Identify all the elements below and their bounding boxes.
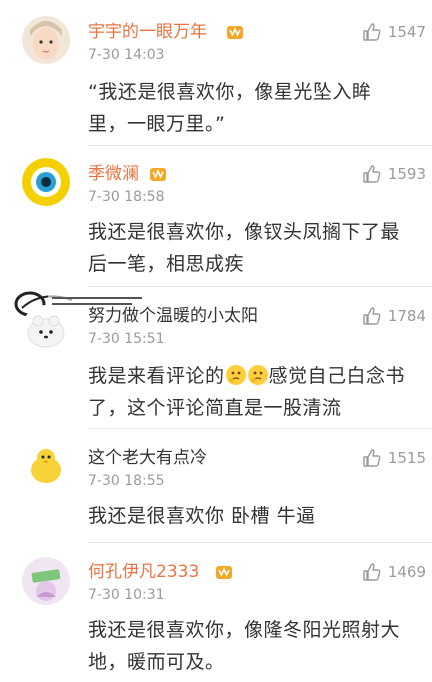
username[interactable]: 季微澜: [88, 163, 139, 185]
thumbs-up-icon: [363, 449, 381, 467]
comment-time: 7-30 10:31: [88, 587, 165, 603]
thinking-emoji-icon: [247, 365, 268, 385]
divider: [88, 542, 432, 543]
vip-crown-icon: [216, 566, 232, 579]
divider: [88, 428, 432, 429]
avatar[interactable]: [22, 16, 70, 64]
avatar[interactable]: [22, 557, 70, 605]
username[interactable]: 何孔伊凡2333: [88, 561, 199, 583]
thumbs-up-icon: [363, 563, 381, 581]
like-button[interactable]: 1469: [362, 561, 426, 583]
comment-text: 我还是很喜欢你，像隆冬阳光照射大地，暖而可及。: [88, 619, 401, 673]
like-count: 1593: [387, 165, 426, 183]
divider: [88, 286, 432, 287]
like-button[interactable]: 1784: [362, 305, 426, 327]
avatar[interactable]: [22, 158, 70, 206]
like-count: 1784: [387, 307, 426, 325]
vip-crown-icon: [227, 26, 243, 39]
thumbs-up-icon: [363, 23, 381, 41]
comment-text-part: 我是来看评论的: [88, 365, 225, 387]
like-count: 1515: [387, 449, 426, 467]
comment-text: 我还是很喜欢你 卧槽 牛逼: [88, 505, 316, 527]
username[interactable]: 这个老大有点冷: [88, 447, 207, 469]
username[interactable]: 努力做个温暖的小太阳: [88, 305, 258, 327]
comment-text: “我还是很喜欢你，像星光坠入眸里，一眼万里。”: [88, 81, 372, 135]
avatar[interactable]: [22, 442, 70, 490]
comment-time: 7-30 18:58: [88, 189, 165, 205]
divider: [88, 145, 432, 146]
comment-text: 我还是很喜欢你，像钗头凤搁下了最后一笔，相思成疾: [88, 221, 401, 275]
thumbs-up-icon: [363, 165, 381, 183]
username[interactable]: 宇宇的一眼万年: [88, 21, 207, 43]
comment-time: 7-30 18:55: [88, 473, 165, 489]
like-button[interactable]: 1515: [362, 447, 426, 469]
vip-crown-icon: [150, 168, 166, 181]
avatar[interactable]: [22, 305, 70, 353]
comment-text: 我是来看评论的 感觉自己白念书了，这个评论简直是一股清流: [88, 360, 408, 424]
comment-time: 7-30 15:51: [88, 331, 165, 347]
thinking-emoji-icon: [225, 365, 246, 385]
like-button[interactable]: 1547: [362, 21, 426, 43]
like-count: 1469: [387, 563, 426, 581]
like-count: 1547: [387, 23, 426, 41]
comment-time: 7-30 14:03: [88, 47, 165, 63]
like-button[interactable]: 1593: [362, 163, 426, 185]
thumbs-up-icon: [363, 307, 381, 325]
